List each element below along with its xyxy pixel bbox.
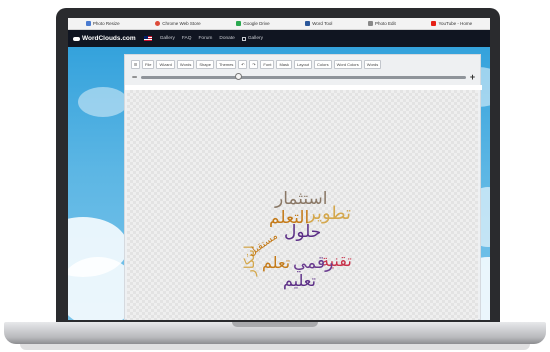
bookmark-label: Photo Edit bbox=[375, 21, 396, 26]
chrome-icon bbox=[155, 21, 161, 26]
bookmark-photo-resize[interactable]: Photo Resize bbox=[85, 21, 120, 26]
tb-colors[interactable]: Colors bbox=[314, 59, 332, 69]
tb-mask[interactable]: Mask bbox=[276, 59, 292, 69]
youtube-icon bbox=[431, 21, 437, 26]
tb-words[interactable]: Words bbox=[176, 59, 195, 69]
redo-icon[interactable]: ↷ bbox=[249, 59, 259, 69]
cloud-word: رقمي bbox=[293, 253, 334, 273]
undo-icon[interactable]: ↶ bbox=[238, 59, 248, 69]
word-cloud-canvas[interactable]: استثمار تطوير التعلم حلول تقنية رقمي تعل… bbox=[127, 90, 478, 320]
site-logo[interactable]: WordClouds.com bbox=[73, 35, 136, 42]
toolbar: ☰ File Wizard Words Shape Themes ↶ ↷ Fon… bbox=[131, 59, 382, 69]
cloud-word: حلول bbox=[284, 222, 322, 242]
tb-words-2[interactable]: Words bbox=[363, 59, 382, 69]
cloud-word: تطوير bbox=[307, 203, 352, 224]
word-icon bbox=[305, 21, 311, 26]
edit-icon bbox=[368, 21, 374, 26]
nav-fullscreen[interactable]: Gallery bbox=[241, 36, 264, 41]
tb-layout[interactable]: Layout bbox=[294, 59, 313, 69]
bookmark-label: Word Tool bbox=[312, 21, 333, 26]
flag-icon[interactable] bbox=[143, 36, 152, 41]
fullscreen-icon bbox=[241, 36, 246, 41]
zoom-slider-thumb[interactable] bbox=[235, 73, 242, 80]
zoom-slider-row: − + bbox=[131, 72, 476, 82]
tb-wizard[interactable]: Wizard bbox=[156, 59, 175, 69]
laptop-screen: Photo Resize Chrome Web Store Google Dri… bbox=[68, 18, 490, 320]
nav-gallery[interactable]: Gallery bbox=[160, 36, 175, 41]
logo-text: WordClouds.com bbox=[82, 35, 136, 42]
bookmark-photo-edit[interactable]: Photo Edit bbox=[368, 21, 396, 26]
nav-links: Gallery FAQ Forum Donate Gallery bbox=[160, 36, 263, 41]
nav-fullscreen-label: Gallery bbox=[247, 36, 264, 41]
cloud-word: تعليم bbox=[283, 271, 316, 290]
zoom-slider[interactable] bbox=[141, 73, 466, 80]
cloud-icon bbox=[73, 36, 80, 41]
nav-forum[interactable]: Forum bbox=[199, 36, 213, 41]
bookmark-label: Google Drive bbox=[243, 21, 270, 26]
tb-themes[interactable]: Themes bbox=[215, 59, 237, 69]
bookmark-google-drive[interactable]: Google Drive bbox=[236, 21, 270, 26]
menu-icon[interactable]: ☰ bbox=[131, 59, 140, 69]
laptop-notch bbox=[232, 322, 318, 327]
bookmark-label: Chrome Web Store bbox=[162, 21, 201, 26]
site-nav: WordClouds.com Gallery FAQ Forum Donate … bbox=[68, 30, 490, 47]
tb-file[interactable]: File bbox=[142, 59, 155, 69]
drive-icon bbox=[236, 21, 242, 26]
laptop-shadow bbox=[20, 344, 530, 350]
cloud-shape bbox=[78, 87, 128, 117]
bookmark-label: Photo Resize bbox=[92, 21, 120, 26]
bookmark-chrome-store[interactable]: Chrome Web Store bbox=[155, 21, 201, 26]
tb-word-colors[interactable]: Word Colors bbox=[333, 59, 362, 69]
bookmark-label: YouTube - Home bbox=[438, 21, 473, 26]
zoom-in-button[interactable]: + bbox=[469, 73, 476, 82]
nav-donate[interactable]: Donate bbox=[219, 36, 234, 41]
zoom-out-button[interactable]: − bbox=[131, 73, 138, 82]
cloud-word: تعلم bbox=[262, 253, 291, 272]
bookmarks-bar: Photo Resize Chrome Web Store Google Dri… bbox=[68, 18, 490, 30]
tb-shape[interactable]: Shape bbox=[196, 59, 214, 69]
editor-panel: ☰ File Wizard Words Shape Themes ↶ ↷ Fon… bbox=[124, 54, 482, 320]
photo-icon bbox=[85, 21, 91, 26]
bookmark-youtube[interactable]: YouTube - Home bbox=[431, 21, 472, 26]
tb-font[interactable]: Font bbox=[260, 59, 275, 69]
bookmark-word-tool[interactable]: Word Tool bbox=[305, 21, 332, 26]
nav-faq[interactable]: FAQ bbox=[182, 36, 192, 41]
